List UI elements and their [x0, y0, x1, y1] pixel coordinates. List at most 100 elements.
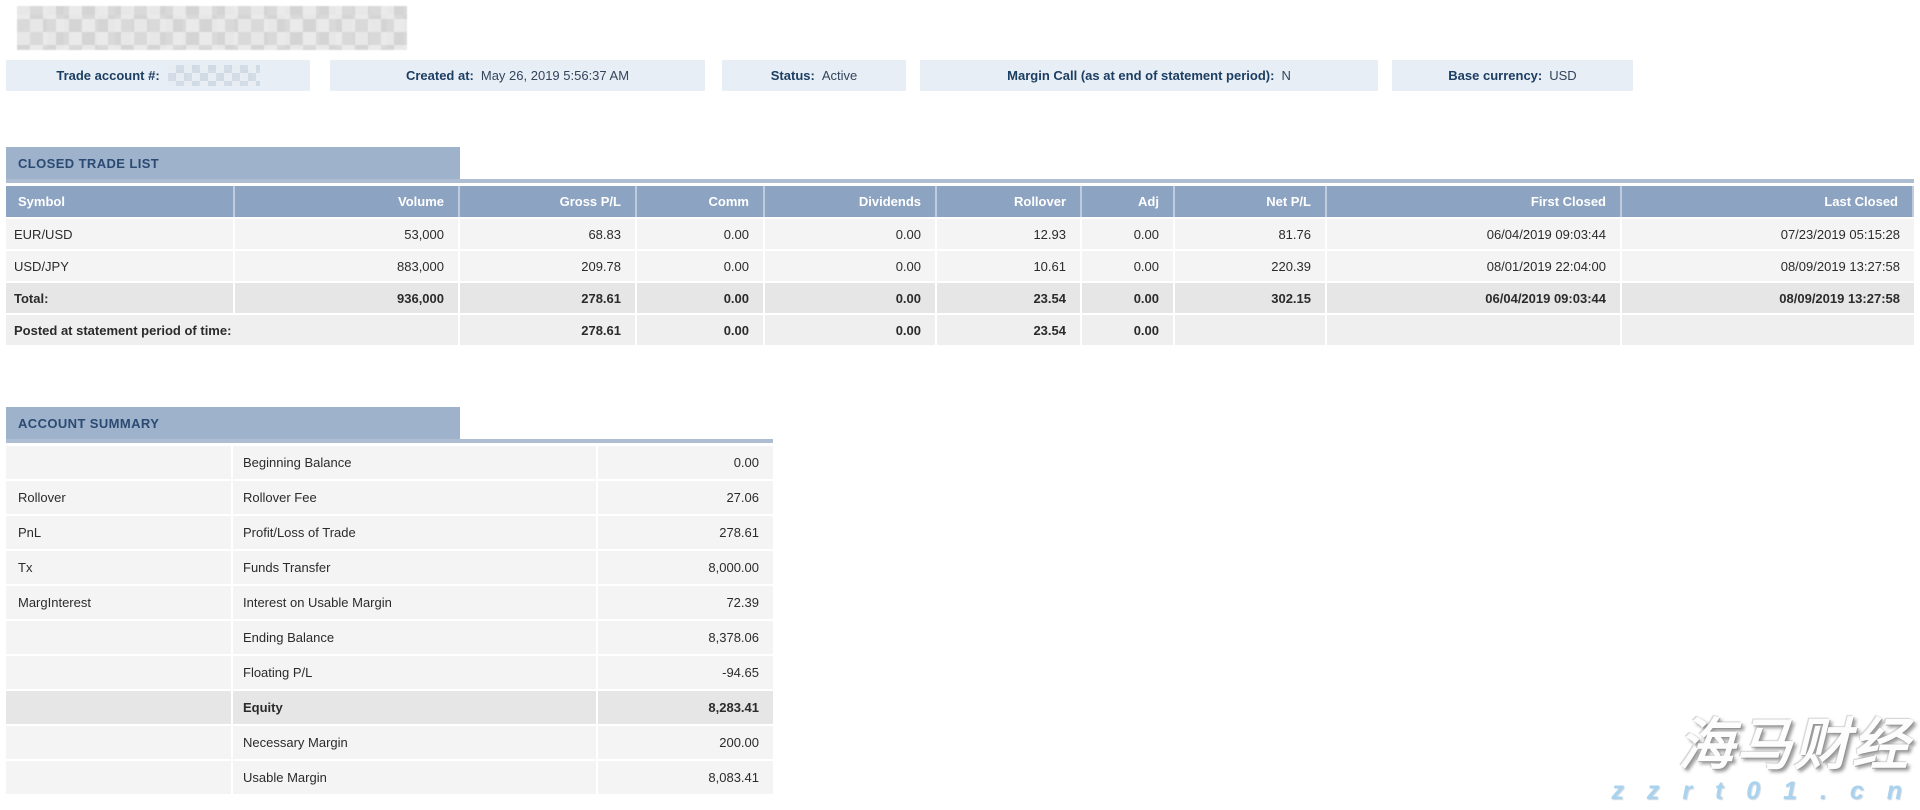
info-trade-account: Trade account #:: [6, 60, 310, 91]
trade-account-label: Trade account #:: [56, 68, 159, 83]
trade-total-cell: 0.00: [765, 283, 937, 313]
account-summary-rule: [6, 439, 773, 443]
trade-cell: 07/23/2019 05:15:28: [1622, 219, 1914, 249]
closed-trade-list-title: CLOSED TRADE LIST: [18, 156, 159, 171]
margin-call-label: Margin Call (as at end of statement peri…: [1007, 68, 1274, 83]
summary-row: Ending Balance8,378.06: [6, 621, 773, 654]
summary-row: Equity8,283.41: [6, 691, 773, 724]
trade-cell: 68.83: [460, 219, 637, 249]
trade-total-cell: 0.00: [637, 283, 765, 313]
trade-total-cell: Total:: [6, 283, 235, 313]
summary-row: TxFunds Transfer8,000.00: [6, 551, 773, 584]
trade-total-cell: 936,000: [235, 283, 460, 313]
trade-header-cell: Comm: [637, 186, 765, 217]
info-margin-call: Margin Call (as at end of statement peri…: [920, 60, 1378, 91]
trade-posted-cell: [1622, 315, 1914, 345]
summary-label-cell: Profit/Loss of Trade: [233, 516, 598, 549]
summary-label-cell: Interest on Usable Margin: [233, 586, 598, 619]
trade-cell: 12.93: [937, 219, 1082, 249]
trade-header-cell: Volume: [235, 186, 460, 217]
summary-row: RolloverRollover Fee27.06: [6, 481, 773, 514]
summary-code-cell: Tx: [6, 551, 233, 584]
trade-cell: 08/09/2019 13:27:58: [1622, 251, 1914, 281]
trade-cell: USD/JPY: [6, 251, 235, 281]
summary-code-cell: PnL: [6, 516, 233, 549]
summary-row: PnLProfit/Loss of Trade278.61: [6, 516, 773, 549]
trade-cell: 0.00: [637, 219, 765, 249]
trade-total-cell: 0.00: [1082, 283, 1175, 313]
redacted-page-title: [17, 6, 407, 50]
trade-cell: 209.78: [460, 251, 637, 281]
info-base-currency: Base currency: USD: [1392, 60, 1633, 91]
summary-code-cell: [6, 621, 233, 654]
summary-label-cell: Ending Balance: [233, 621, 598, 654]
created-at-label: Created at:: [406, 68, 474, 83]
summary-value-cell: 0.00: [598, 446, 773, 479]
trade-posted-cell: 0.00: [1082, 315, 1175, 345]
trade-cell: 06/04/2019 09:03:44: [1327, 219, 1622, 249]
summary-label-cell: Floating P/L: [233, 656, 598, 689]
summary-value-cell: 8,083.41: [598, 761, 773, 794]
status-value: Active: [822, 68, 857, 83]
summary-label-cell: Usable Margin: [233, 761, 598, 794]
trade-posted-cell: 0.00: [765, 315, 937, 345]
trade-header-cell: Symbol: [6, 186, 235, 217]
trade-cell: 0.00: [765, 251, 937, 281]
summary-code-cell: Rollover: [6, 481, 233, 514]
summary-code-cell: [6, 446, 233, 479]
closed-trade-list-header: CLOSED TRADE LIST: [6, 147, 460, 179]
account-summary-table: Beginning Balance0.00RolloverRollover Fe…: [6, 446, 773, 796]
created-at-value: May 26, 2019 5:56:37 AM: [481, 68, 629, 83]
summary-code-cell: [6, 656, 233, 689]
trade-header-cell: Rollover: [937, 186, 1082, 217]
summary-label-cell: Necessary Margin: [233, 726, 598, 759]
trade-cell: 0.00: [1082, 219, 1175, 249]
summary-value-cell: 8,000.00: [598, 551, 773, 584]
summary-label-cell: Rollover Fee: [233, 481, 598, 514]
watermark-site-text: z z r t 0 1 . c n: [1611, 777, 1910, 806]
closed-trade-table: SymbolVolumeGross P/LCommDividendsRollov…: [6, 186, 1914, 347]
trade-cell: 220.39: [1175, 251, 1327, 281]
trade-total-cell: 08/09/2019 13:27:58: [1622, 283, 1914, 313]
summary-code-cell: MargInterest: [6, 586, 233, 619]
trade-cell: 0.00: [765, 219, 937, 249]
trade-posted-cell: [1327, 315, 1622, 345]
account-info-bar: Trade account #: Created at: May 26, 201…: [6, 60, 1633, 91]
base-currency-label: Base currency:: [1448, 68, 1542, 83]
trade-header-cell: Last Closed: [1622, 186, 1914, 217]
info-created-at: Created at: May 26, 2019 5:56:37 AM: [330, 60, 705, 91]
trade-cell: EUR/USD: [6, 219, 235, 249]
closed-trade-list-rule: [6, 179, 1914, 183]
trade-table-row: USD/JPY883,000209.780.000.0010.610.00220…: [6, 251, 1914, 281]
summary-value-cell: 278.61: [598, 516, 773, 549]
summary-row: Usable Margin8,083.41: [6, 761, 773, 794]
account-summary-header: ACCOUNT SUMMARY: [6, 407, 460, 439]
summary-code-cell: [6, 726, 233, 759]
info-status: Status: Active: [722, 60, 906, 91]
trade-posted-label-cell: Posted at statement period of time:: [6, 315, 460, 345]
summary-value-cell: 27.06: [598, 481, 773, 514]
summary-code-cell: [6, 761, 233, 794]
trade-table-posted-row: Posted at statement period of time:278.6…: [6, 315, 1914, 345]
trade-cell: 0.00: [1082, 251, 1175, 281]
trade-table-header-row: SymbolVolumeGross P/LCommDividendsRollov…: [6, 186, 1914, 217]
margin-call-value: N: [1281, 68, 1290, 83]
trade-cell: 10.61: [937, 251, 1082, 281]
summary-row: Floating P/L-94.65: [6, 656, 773, 689]
trade-total-cell: 23.54: [937, 283, 1082, 313]
summary-row: Necessary Margin200.00: [6, 726, 773, 759]
summary-value-cell: 72.39: [598, 586, 773, 619]
summary-label-cell: Beginning Balance: [233, 446, 598, 479]
trade-header-cell: First Closed: [1327, 186, 1622, 217]
trade-total-cell: 302.15: [1175, 283, 1327, 313]
trade-header-cell: Dividends: [765, 186, 937, 217]
trade-cell: 08/01/2019 22:04:00: [1327, 251, 1622, 281]
summary-code-cell: [6, 691, 233, 724]
summary-row: Beginning Balance0.00: [6, 446, 773, 479]
trade-cell: 883,000: [235, 251, 460, 281]
trade-posted-cell: 278.61: [460, 315, 637, 345]
summary-row: MargInterestInterest on Usable Margin72.…: [6, 586, 773, 619]
trade-header-cell: Adj: [1082, 186, 1175, 217]
summary-value-cell: 200.00: [598, 726, 773, 759]
trade-cell: 53,000: [235, 219, 460, 249]
